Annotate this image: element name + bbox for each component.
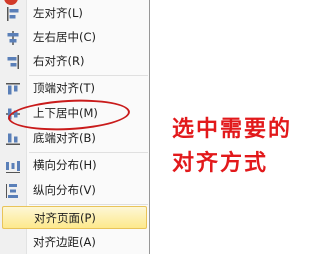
menu-item-align-center[interactable]: 左右居中(C) bbox=[0, 26, 149, 49]
menu-item-label: 纵向分布(V) bbox=[33, 183, 96, 197]
align-left-icon bbox=[4, 5, 22, 22]
menu-item-label: 对齐页面(P) bbox=[34, 211, 96, 225]
menu-item-align-to-margin[interactable]: 对齐边距(A) bbox=[0, 231, 149, 254]
menu-item-align-left[interactable]: 左对齐(L) bbox=[0, 2, 149, 25]
annotation-line-1: 选中需要的 bbox=[172, 116, 293, 142]
align-bottom-icon bbox=[4, 130, 22, 147]
align-center-horizontal-icon bbox=[4, 29, 22, 46]
menu-item-label: 底端对齐(B) bbox=[33, 131, 96, 145]
menu-item-label: 对齐边距(A) bbox=[33, 235, 96, 249]
distribute-horizontal-icon bbox=[4, 157, 22, 174]
menu-item-align-to-page[interactable]: 对齐页面(P) bbox=[2, 206, 147, 229]
align-right-icon bbox=[4, 53, 22, 70]
menu-item-label: 左对齐(L) bbox=[33, 6, 83, 20]
menu-item-align-top[interactable]: 顶端对齐(T) bbox=[0, 77, 149, 100]
distribute-vertical-icon bbox=[4, 182, 22, 199]
align-top-icon bbox=[4, 80, 22, 97]
annotation-text: 选中需要的 对齐方式 bbox=[172, 112, 326, 180]
menu-item-label: 顶端对齐(T) bbox=[33, 81, 95, 95]
annotation-line-2: 对齐方式 bbox=[172, 150, 269, 176]
menu-item-align-right[interactable]: 右对齐(R) bbox=[0, 50, 149, 73]
menu-item-label: 右对齐(R) bbox=[33, 54, 85, 68]
menu-item-label: 横向分布(H) bbox=[33, 158, 97, 172]
menu-separator bbox=[29, 152, 148, 153]
menu-separator bbox=[29, 204, 148, 205]
menu-item-align-bottom[interactable]: 底端对齐(B) bbox=[0, 127, 149, 150]
menu-separator bbox=[29, 75, 148, 76]
menu-item-distribute-vertical[interactable]: 纵向分布(V) bbox=[0, 179, 149, 202]
menu-item-label: 左右居中(C) bbox=[33, 30, 97, 44]
menu-item-distribute-horizontal[interactable]: 横向分布(H) bbox=[0, 154, 149, 177]
